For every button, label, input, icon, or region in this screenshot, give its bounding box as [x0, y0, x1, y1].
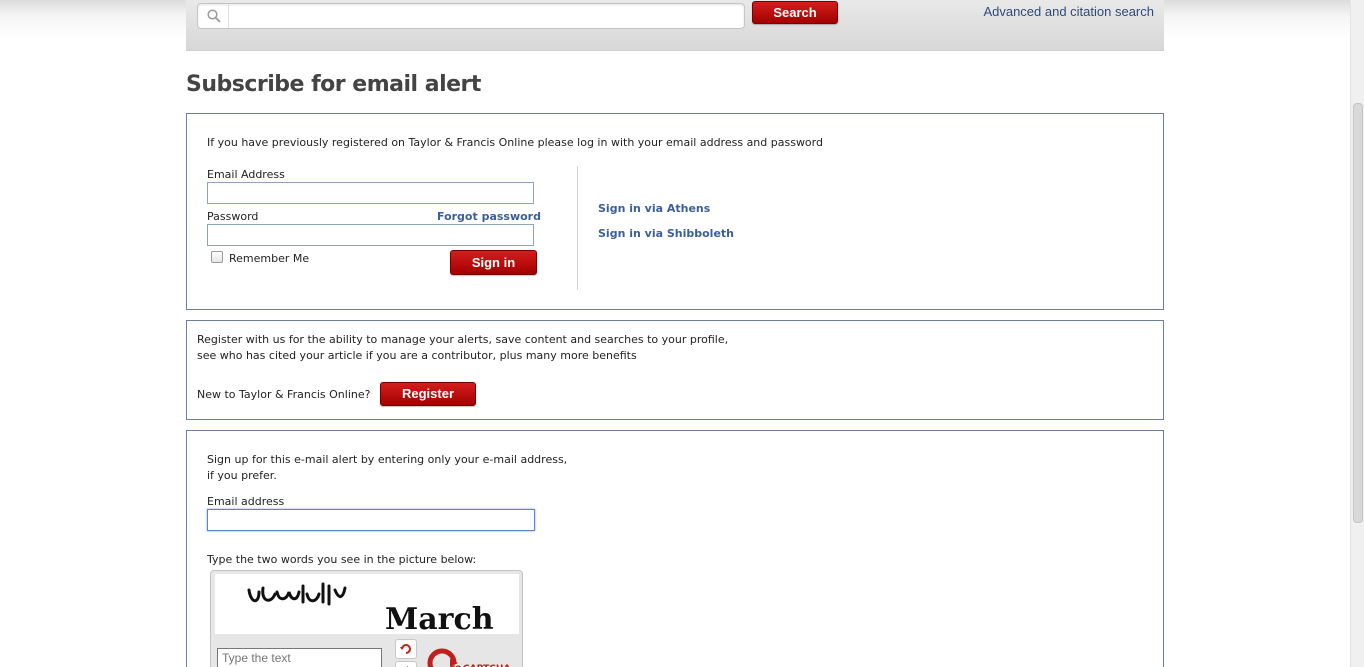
recaptcha-logo: re CAPTCHA [426, 645, 516, 667]
signup-email-field[interactable] [207, 509, 535, 531]
captcha-word-march: March [385, 602, 494, 637]
captcha-audio-icon[interactable] [395, 661, 417, 667]
search-input[interactable] [231, 7, 736, 25]
remember-me-checkbox[interactable] [211, 251, 223, 263]
register-button[interactable]: Register [380, 382, 476, 406]
register-panel: Register with us for the ability to mana… [186, 320, 1164, 420]
captcha-image: March [215, 574, 519, 637]
login-intro: If you have previously registered on Tay… [207, 136, 823, 149]
email-label: Email Address [207, 168, 285, 181]
search-bar: Search Advanced and citation search [186, 0, 1164, 51]
search-box[interactable] [197, 3, 745, 29]
login-panel: If you have previously registered on Tay… [186, 113, 1164, 310]
search-icon [198, 4, 229, 28]
password-field[interactable] [207, 224, 534, 246]
advanced-search-link[interactable]: Advanced and citation search [983, 4, 1154, 19]
captcha-refresh-icon[interactable] [395, 639, 417, 659]
captcha-instruction: Type the two words you see in the pictur… [207, 553, 477, 566]
new-user-label: New to Taylor & Francis Online? [197, 388, 371, 401]
recaptcha-widget: March re CAPTCHA [210, 570, 523, 667]
signup-text-line1: Sign up for this e-mail alert by enterin… [207, 453, 568, 466]
divider [577, 166, 578, 290]
signup-text-line2: if you prefer. [207, 469, 277, 482]
register-text-line2: see who has cited your article if you ar… [197, 349, 637, 362]
scrollbar-thumb[interactable] [1353, 103, 1363, 523]
scrollbar[interactable] [1350, 0, 1364, 667]
email-field[interactable] [207, 182, 534, 204]
register-text-line1: Register with us for the ability to mana… [197, 333, 729, 346]
page-title: Subscribe for email alert [186, 72, 481, 97]
search-button[interactable]: Search [752, 1, 838, 24]
svg-text:re: re [450, 663, 462, 667]
captcha-response-input[interactable] [217, 648, 382, 667]
captcha-distorted-word [247, 582, 347, 606]
password-label: Password [207, 210, 259, 223]
sign-in-athens-link[interactable]: Sign in via Athens [598, 202, 710, 215]
sign-in-button[interactable]: Sign in [450, 250, 537, 275]
sign-in-shibboleth-link[interactable]: Sign in via Shibboleth [598, 227, 734, 240]
remember-me-label: Remember Me [229, 252, 310, 265]
signup-panel: Sign up for this e-mail alert by enterin… [186, 430, 1164, 667]
signup-email-label: Email address [207, 495, 285, 508]
forgot-password-link[interactable]: Forgot password [437, 210, 541, 223]
